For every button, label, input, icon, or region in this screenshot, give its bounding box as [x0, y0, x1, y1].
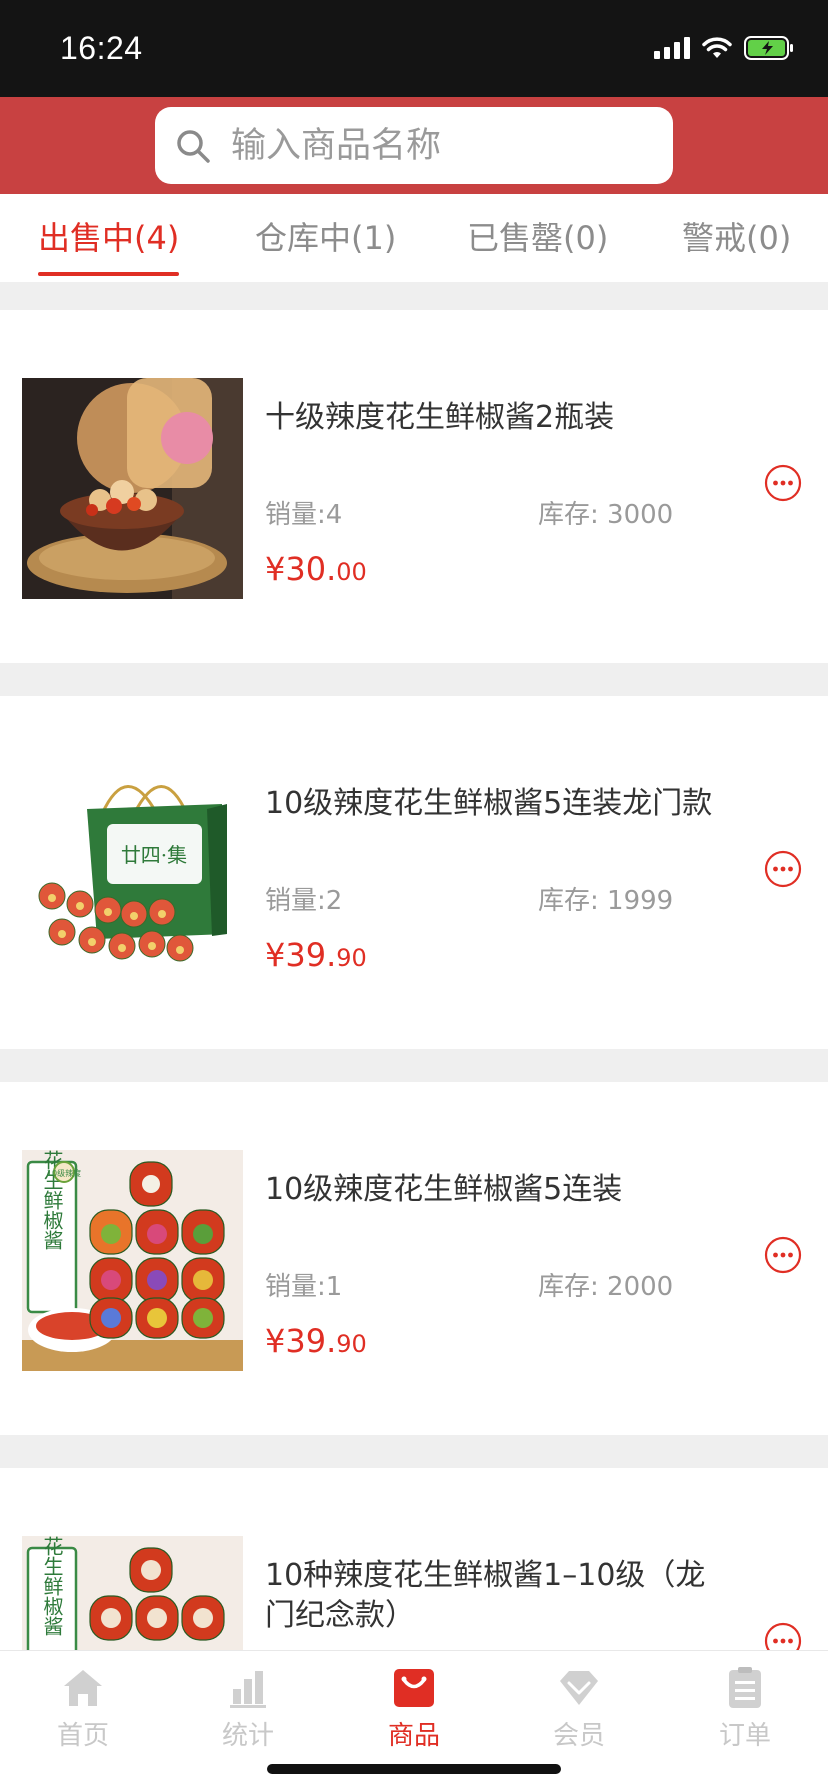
product-sales: 销量:2: [265, 886, 343, 916]
signal-icon: [654, 37, 690, 63]
order-list-icon: [723, 1667, 767, 1709]
product-title: 10级辣度花生鲜椒酱5连装: [265, 1172, 623, 1207]
home-icon: [61, 1667, 105, 1709]
price-decimal: 00: [336, 558, 367, 586]
tab-alert[interactable]: 警戒(0): [682, 194, 791, 282]
tab-label: 警戒(0): [682, 219, 792, 257]
status-tabs: 出售中(4) 仓库中(1) 已售罄(0) 警戒(0): [0, 194, 828, 282]
product-stock: 库存: 2000: [538, 1272, 674, 1302]
tab-label: 已售罄(0): [467, 219, 609, 257]
tabbar-label: 商品: [387, 1721, 440, 1751]
stats-icon: [226, 1667, 270, 1709]
tabbar-item-members[interactable]: 会员: [529, 1667, 629, 1752]
product-image: 花生鲜椒酱: [22, 1536, 243, 1650]
tabbar-item-home[interactable]: 首页: [33, 1667, 133, 1752]
more-options-icon[interactable]: [764, 850, 802, 888]
product-title: 10种辣度花生鲜椒酱1–10级（龙门纪念款）: [265, 1558, 706, 1633]
price-integer: ¥39.: [265, 1322, 337, 1360]
badge-text: 10级辣度: [47, 1168, 81, 1178]
tab-label: 仓库中(1): [255, 219, 397, 257]
product-price: ¥39.90: [265, 936, 367, 974]
price-decimal: 90: [336, 944, 367, 972]
more-options-icon[interactable]: [764, 1622, 802, 1650]
tabbar-item-products[interactable]: 商品: [364, 1667, 464, 1752]
status-bar: 16:24: [0, 0, 828, 97]
product-card[interactable]: 十级辣度花生鲜椒酱2瓶装 销量:4 库存: 3000 ¥30.00: [0, 310, 828, 663]
product-title: 十级辣度花生鲜椒酱2瓶装: [265, 400, 615, 435]
product-sales: 销量:4: [265, 500, 343, 530]
shopping-bag-icon: [392, 1667, 436, 1709]
product-card[interactable]: 花生鲜椒酱 10种辣度花生鲜椒酱1–10级（龙门纪念款）: [0, 1468, 828, 1650]
tabbar-item-orders[interactable]: 订单: [695, 1667, 795, 1752]
tabbar-item-stats[interactable]: 统计: [198, 1667, 298, 1752]
tab-on-sale[interactable]: 出售中(4): [38, 194, 180, 282]
price-integer: ¥30.: [265, 550, 337, 588]
product-stock: 库存: 3000: [538, 500, 674, 530]
bag-brand-text: 廿四·集: [121, 843, 187, 867]
home-indicator: [267, 1764, 561, 1774]
member-diamond-icon: [557, 1667, 601, 1709]
tabbar-label: 会员: [552, 1721, 605, 1751]
tab-sold-out[interactable]: 已售罄(0): [467, 194, 608, 282]
product-price: ¥30.00: [265, 550, 367, 588]
battery-icon: [744, 36, 794, 64]
tabbar-label: 首页: [56, 1721, 109, 1751]
active-tab-underline: [38, 272, 180, 276]
search-icon: [173, 126, 213, 166]
search-box[interactable]: [155, 107, 673, 184]
banner-text: 花生鲜椒酱: [40, 1536, 64, 1636]
price-decimal: 90: [336, 1330, 367, 1358]
product-image: [22, 378, 243, 599]
more-options-icon[interactable]: [764, 1236, 802, 1274]
tab-label: 出售中(4): [38, 219, 180, 257]
more-options-icon[interactable]: [764, 464, 802, 502]
product-image: 花生鲜椒酱: [22, 1150, 243, 1371]
price-integer: ¥39.: [265, 936, 337, 974]
wifi-icon: [702, 37, 732, 63]
search-header: [0, 97, 828, 194]
product-sales: 销量:1: [265, 1272, 343, 1302]
tab-in-warehouse[interactable]: 仓库中(1): [255, 194, 396, 282]
status-time: 16:24: [60, 30, 143, 66]
status-icons: [654, 36, 794, 64]
product-image: 廿四·集: [22, 764, 243, 985]
tabbar-label: 统计: [221, 1721, 274, 1751]
product-card[interactable]: 花生鲜椒酱 10级辣度 10级辣度花生鲜椒酱5连装 销量:1 库存: 2000 …: [0, 1082, 828, 1435]
product-card[interactable]: 廿四·集 10级辣度花生鲜椒酱5连装龙门款 销量:2 库存: 1999 ¥39.…: [0, 696, 828, 1049]
product-title: 10级辣度花生鲜椒酱5连装龙门款: [265, 786, 713, 821]
tabbar-label: 订单: [718, 1721, 771, 1751]
search-input[interactable]: [231, 125, 651, 166]
product-stock: 库存: 1999: [538, 886, 674, 916]
product-price: ¥39.90: [265, 1322, 367, 1360]
product-list: 十级辣度花生鲜椒酱2瓶装 销量:4 库存: 3000 ¥30.00 廿四·集 1…: [0, 282, 828, 1650]
